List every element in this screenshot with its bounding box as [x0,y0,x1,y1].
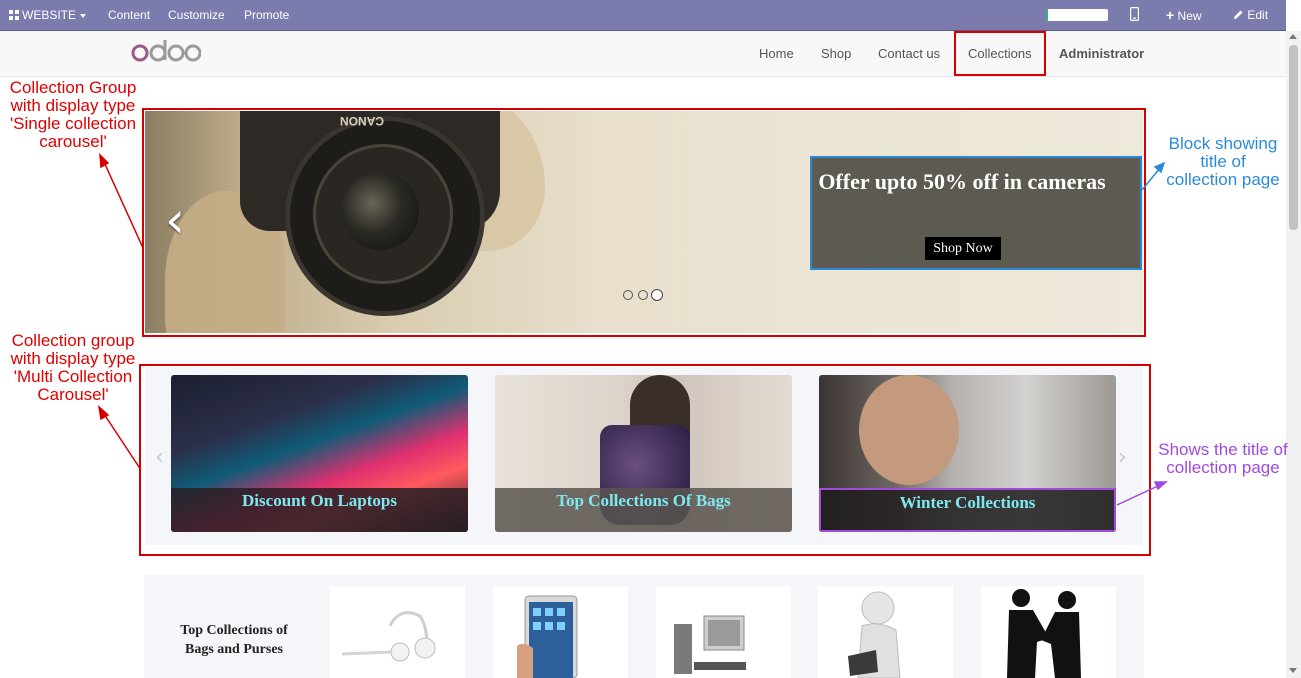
progress-bar [1046,9,1108,21]
pencil-icon [1233,8,1247,22]
handshake-image[interactable] [981,586,1116,678]
annotation-multi-carousel: Collection group with display type 'Mult… [10,331,136,404]
figure-with-laptop-image[interactable] [818,586,953,678]
mobile-preview-button[interactable] [1129,0,1140,30]
multi-carousel-highlight-box [139,364,1151,556]
odoo-logo[interactable]: odoo [131,38,202,71]
collection-grid-title: Top Collections of Bags and Purses [180,623,288,657]
tablet-image[interactable] [493,586,628,678]
new-button-label: New [1177,9,1202,23]
chevron-down-icon [80,13,87,18]
editor-top-bar: WEBSITE Content Customize Promote + New … [0,0,1286,31]
promote-menu[interactable]: Promote [244,0,289,30]
new-button[interactable]: + New [1166,0,1202,30]
edit-button[interactable]: Edit [1233,0,1268,30]
apps-grid-icon [9,1,19,20]
plus-icon: + [1166,7,1175,23]
annotation-block-title: Block showing title of collection page [1166,134,1280,189]
nav-user-menu[interactable]: Administrator [1059,31,1144,76]
progress-fill [1046,9,1048,21]
scroll-up-arrow-icon[interactable] [1289,34,1297,39]
customize-menu[interactable]: Customize [168,0,225,30]
website-menu-label: WEBSITE [22,8,77,22]
annotation-shows-title: Shows the title of collection page [1158,440,1288,477]
content-menu[interactable]: Content [108,0,150,30]
nav-shop[interactable]: Shop [821,31,851,76]
edit-button-label: Edit [1247,8,1269,22]
scrollbar-thumb[interactable] [1289,45,1298,230]
nav-home[interactable]: Home [759,31,794,76]
scroll-down-arrow-icon[interactable] [1289,668,1297,673]
single-carousel-highlight-box [142,108,1146,337]
website-menu[interactable]: WEBSITE [9,0,87,30]
odoo-logo-icon [131,40,202,62]
user-name: Administrator [1059,46,1145,61]
desktop-computer-image[interactable] [656,586,791,678]
annotation-single-carousel: Collection Group with display type 'Sing… [9,78,137,151]
mobile-preview-icon [1129,6,1140,22]
nav-contact-us[interactable]: Contact us [878,31,940,76]
earphones-image[interactable] [330,586,465,678]
collections-highlight-box [954,31,1046,76]
